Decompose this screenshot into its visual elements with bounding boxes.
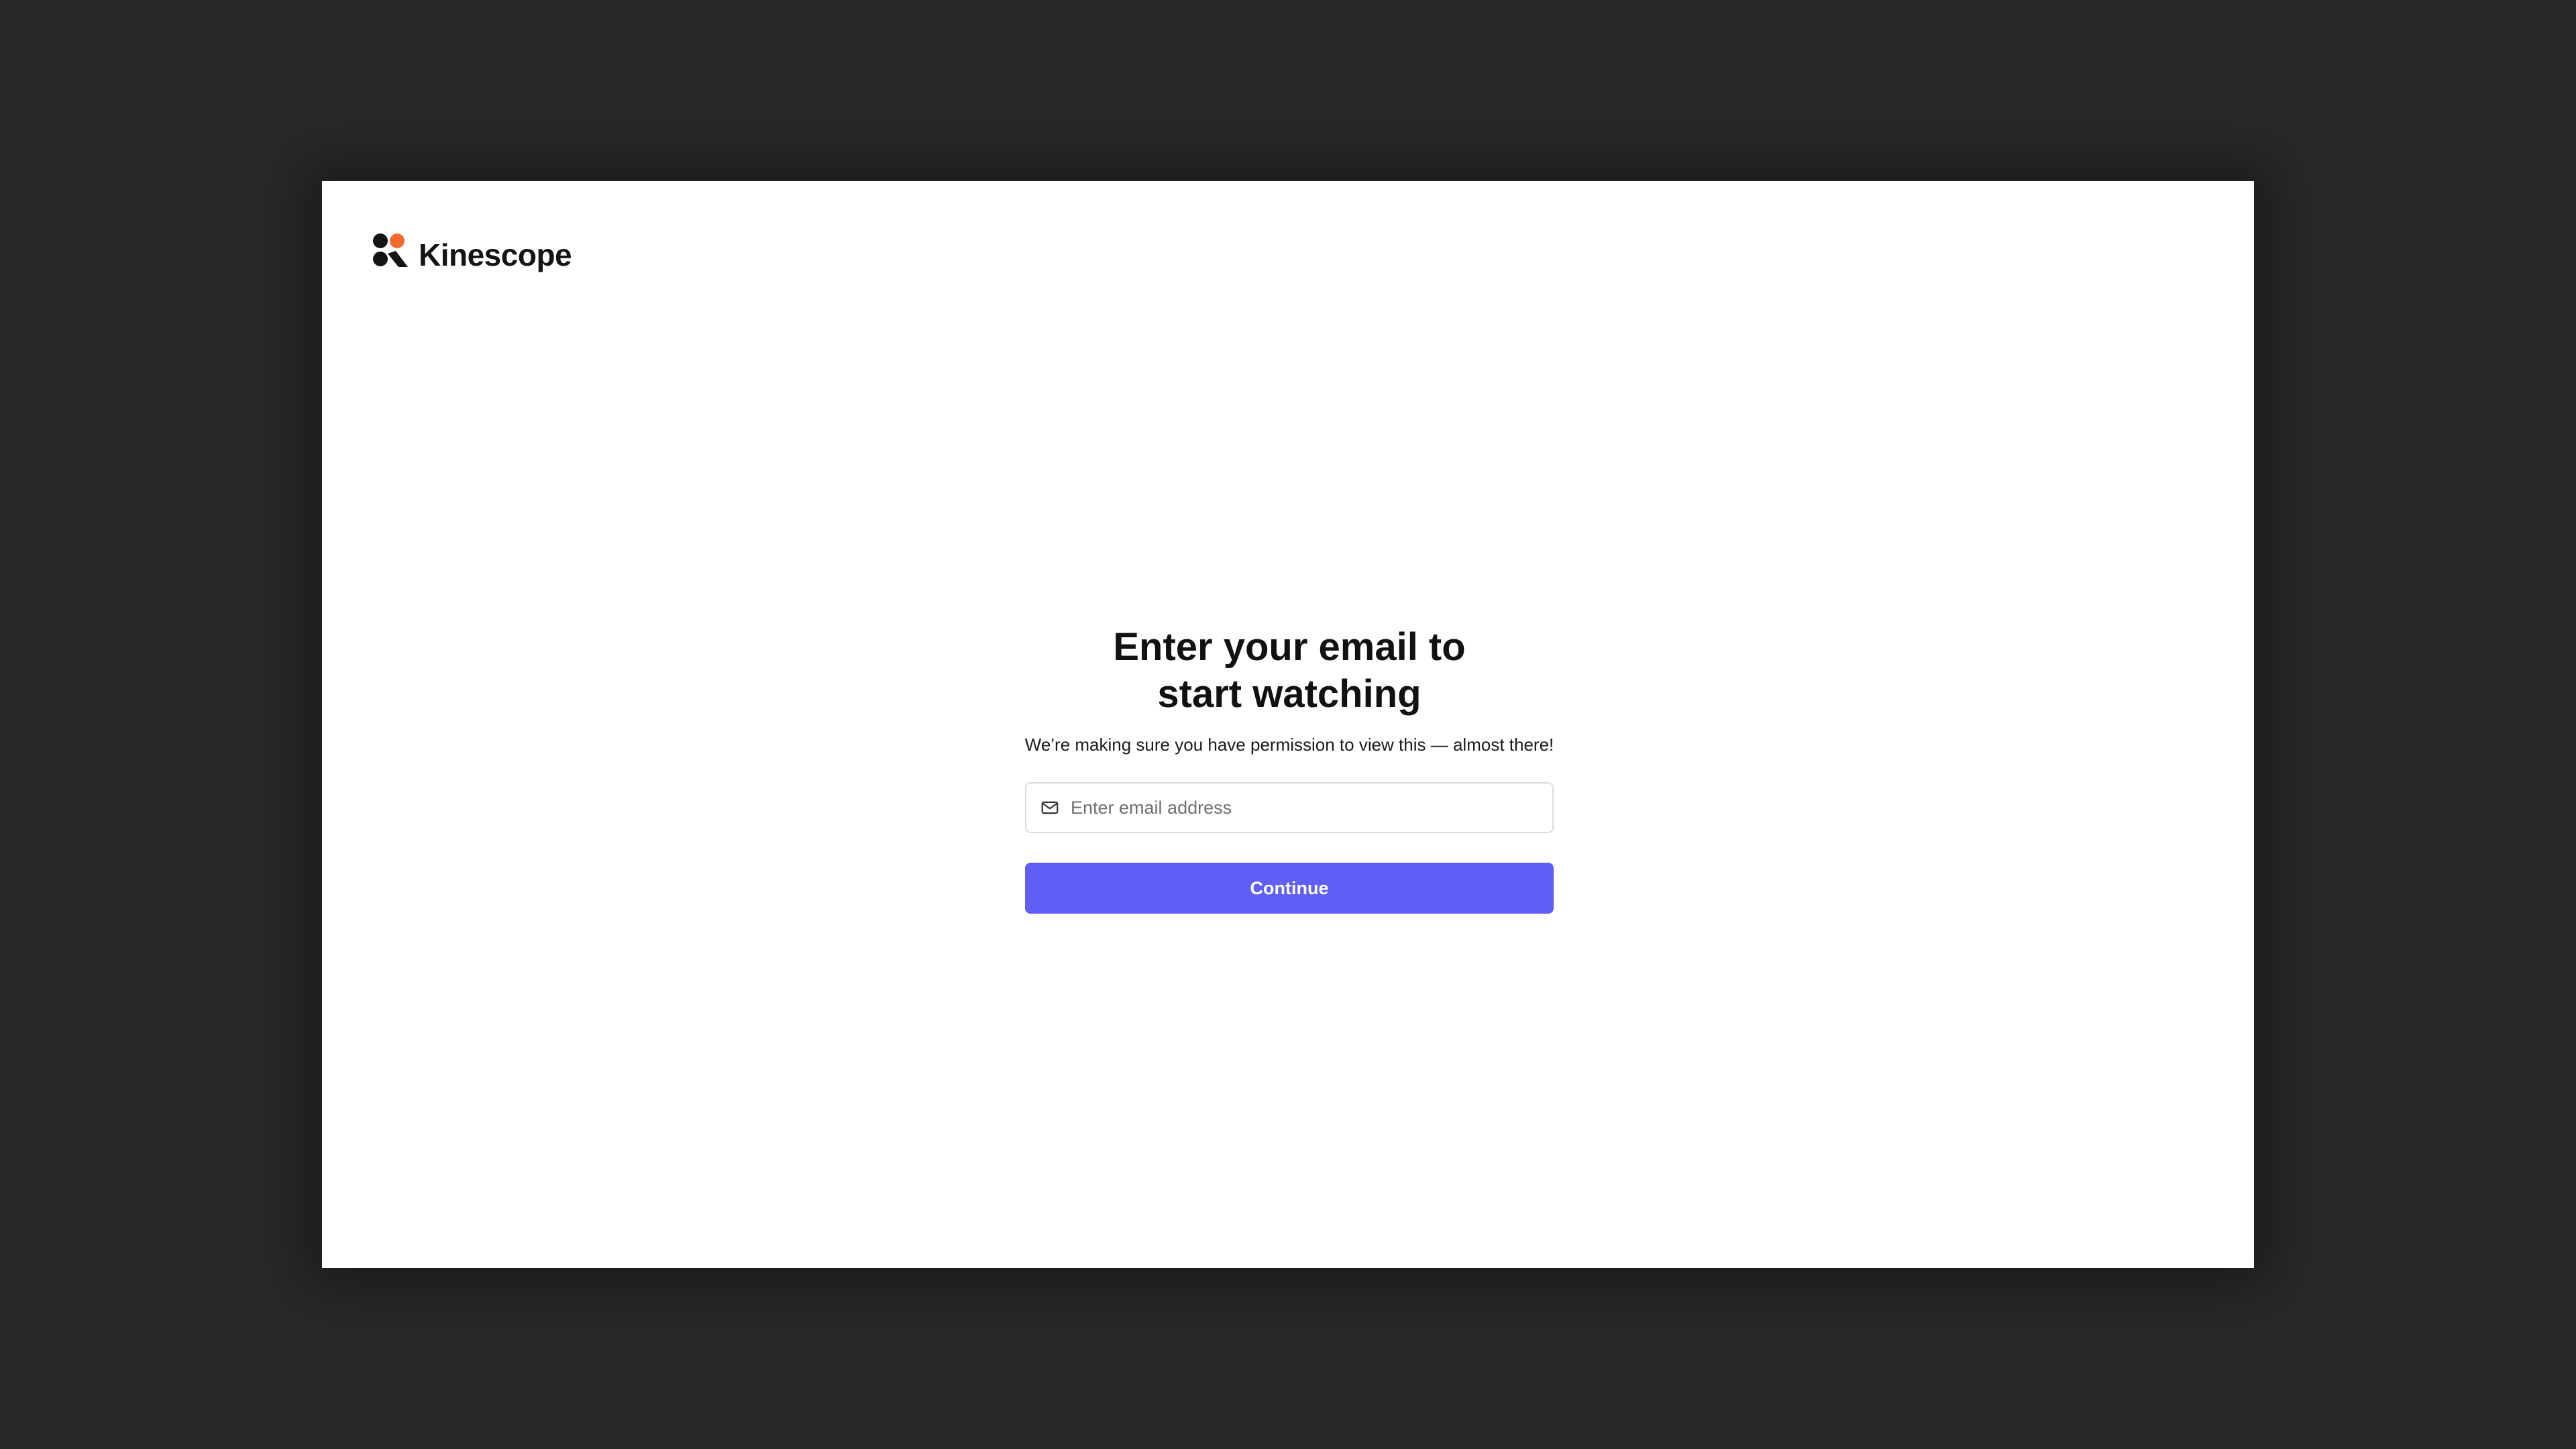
- subtitle: We’re making sure you have permission to…: [1024, 735, 1554, 755]
- title-line-1: Enter your email to: [1113, 625, 1466, 669]
- kinescope-logo[interactable]: Kinescope: [372, 231, 572, 271]
- continue-button[interactable]: Continue: [1025, 863, 1554, 914]
- title-line-2: start watching: [1157, 672, 1421, 716]
- page-title: Enter your email to start watching: [1025, 624, 1554, 718]
- page-backdrop: Kinescope Enter your email to start watc…: [0, 0, 2576, 1449]
- mail-icon: [1041, 801, 1059, 814]
- login-card: Kinescope Enter your email to start watc…: [322, 181, 2254, 1268]
- email-field[interactable]: [1025, 782, 1554, 833]
- brand-name: Kinescope: [419, 237, 572, 272]
- email-input[interactable]: [1071, 788, 1539, 828]
- email-gate-form: Enter your email to start watching We’re…: [1025, 624, 1554, 914]
- kinescope-logo-icon: [373, 233, 408, 267]
